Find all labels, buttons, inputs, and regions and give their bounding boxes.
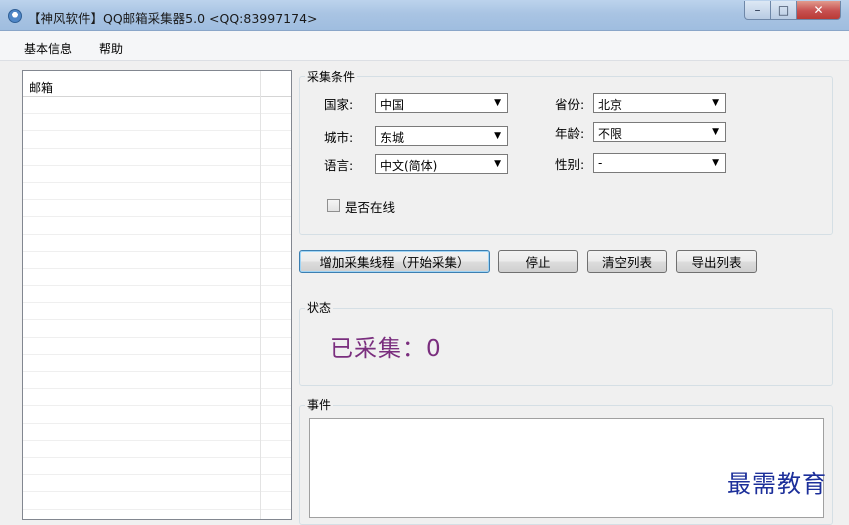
list-item[interactable] — [23, 424, 291, 441]
menu-help[interactable]: 帮助 — [99, 40, 123, 57]
chevron-down-icon: ▼ — [712, 127, 719, 137]
list-item[interactable] — [23, 320, 291, 338]
gender-value: - — [598, 156, 603, 170]
list-item[interactable] — [23, 458, 291, 476]
language-label: 语言: — [324, 158, 354, 173]
list-item[interactable] — [23, 406, 291, 424]
window-title: 【神风软件】QQ邮箱采集器5.0 <QQ:83997174> — [28, 11, 318, 26]
list-item[interactable] — [23, 149, 291, 166]
title-bar: 【神风软件】QQ邮箱采集器5.0 <QQ:83997174> – □ ✕ — [0, 0, 849, 31]
list-item[interactable] — [23, 389, 291, 407]
minimize-button[interactable]: – — [744, 1, 771, 20]
gender-label: 性别: — [555, 157, 585, 172]
list-item[interactable] — [23, 286, 291, 304]
list-item[interactable] — [23, 269, 291, 287]
list-item[interactable] — [23, 166, 291, 183]
column-divider — [260, 71, 261, 519]
chevron-down-icon: ▼ — [494, 131, 501, 141]
start-collect-button[interactable]: 增加采集线程（开始采集） — [299, 250, 490, 273]
country-select[interactable]: 中国 ▼ — [375, 93, 508, 113]
chevron-down-icon: ▼ — [712, 158, 719, 168]
language-select[interactable]: 中文(简体) ▼ — [375, 154, 508, 174]
list-item[interactable] — [23, 510, 291, 520]
minimize-icon: – — [754, 3, 761, 17]
country-value: 中国 — [380, 98, 405, 112]
province-select[interactable]: 北京 ▼ — [593, 93, 726, 113]
list-rows — [23, 97, 291, 520]
list-header[interactable]: 邮箱 — [23, 71, 291, 97]
list-item[interactable] — [23, 475, 291, 493]
city-value: 东城 — [380, 131, 405, 145]
list-item[interactable] — [23, 131, 291, 149]
clear-list-button[interactable]: 清空列表 — [587, 250, 667, 273]
chevron-down-icon: ▼ — [712, 98, 719, 108]
gender-select[interactable]: - ▼ — [593, 153, 726, 173]
list-item[interactable] — [23, 441, 291, 458]
list-item[interactable] — [23, 303, 291, 321]
chevron-down-icon: ▼ — [494, 98, 501, 108]
list-item[interactable] — [23, 252, 291, 269]
province-value: 北京 — [598, 98, 623, 112]
city-select[interactable]: 东城 ▼ — [375, 126, 508, 146]
close-icon: ✕ — [813, 3, 824, 17]
menu-bar: 基本信息 帮助 — [0, 31, 849, 61]
age-value: 不限 — [598, 127, 623, 141]
stop-button[interactable]: 停止 — [498, 250, 578, 273]
list-item[interactable] — [23, 114, 291, 132]
list-item[interactable] — [23, 235, 291, 252]
close-button[interactable]: ✕ — [797, 1, 841, 20]
list-item[interactable] — [23, 217, 291, 235]
online-label[interactable]: 是否在线 — [345, 197, 395, 216]
list-item[interactable] — [23, 183, 291, 201]
list-item[interactable] — [23, 372, 291, 390]
maximize-icon: □ — [777, 3, 790, 17]
criteria-group-title: 采集条件 — [305, 68, 358, 85]
collected-count: 已采集：0 — [330, 336, 442, 362]
menu-basic-info[interactable]: 基本信息 — [24, 40, 72, 57]
province-label: 省份: — [555, 97, 585, 112]
list-item[interactable] — [23, 200, 291, 218]
chevron-down-icon: ▼ — [494, 159, 501, 169]
email-column-header[interactable]: 邮箱 — [29, 79, 53, 96]
list-item[interactable] — [23, 97, 291, 115]
list-item[interactable] — [23, 355, 291, 372]
city-label: 城市: — [324, 130, 354, 145]
age-select[interactable]: 不限 ▼ — [593, 122, 726, 142]
list-item[interactable] — [23, 492, 291, 510]
window-controls: – □ ✕ — [744, 1, 841, 21]
status-group-title: 状态 — [305, 299, 334, 316]
online-checkbox[interactable] — [327, 199, 340, 212]
maximize-button[interactable]: □ — [771, 1, 797, 20]
app-icon[interactable] — [8, 9, 22, 23]
age-label: 年龄: — [555, 126, 585, 141]
country-label: 国家: — [324, 97, 354, 112]
export-list-button[interactable]: 导出列表 — [676, 250, 757, 273]
watermark: 最需教育 — [727, 470, 827, 498]
events-group-title: 事件 — [305, 396, 334, 413]
list-item[interactable] — [23, 338, 291, 355]
email-list[interactable]: 邮箱 — [22, 70, 292, 520]
language-value: 中文(简体) — [380, 159, 438, 173]
